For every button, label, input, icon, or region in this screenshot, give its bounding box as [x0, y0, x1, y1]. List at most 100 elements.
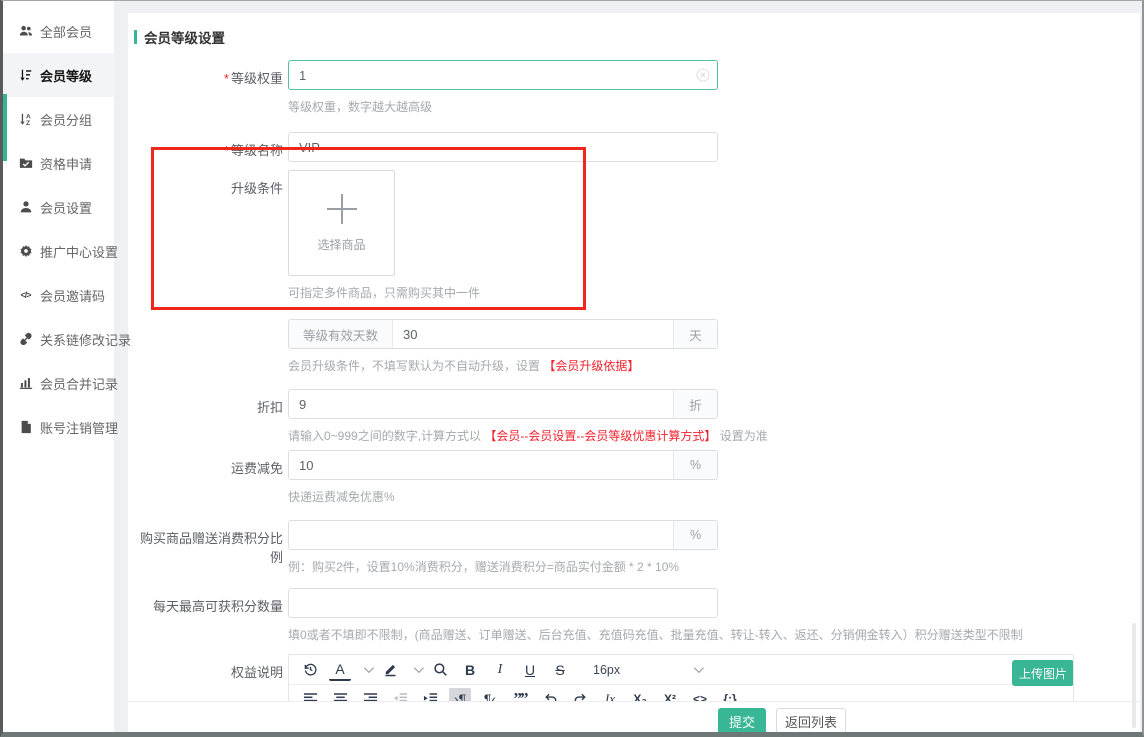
form-row-daily-max: 每天最高可获积分数量 填0或者不填即不限制，(商品赠送、订单赠送、后台充值、充值… [128, 588, 1140, 643]
condition-label: 升级条件 [128, 170, 288, 197]
name-input-wrap [288, 132, 718, 162]
sidebar-item-label: 推广中心设置 [40, 242, 118, 261]
valid-days-unit: 天 [673, 320, 717, 348]
sidebar-item-qualification[interactable]: 资格申请 [3, 141, 114, 185]
daily-max-input[interactable] [288, 588, 718, 618]
section-title: 会员等级设置 [144, 27, 225, 47]
sidebar: 全部会员 会员等级 AZ 会员分组 资格申请 会员设置 [3, 1, 114, 732]
picker-text: 选择商品 [317, 236, 365, 253]
sort-numeric-icon [18, 68, 33, 83]
member-level-form-card: 会员等级设置 *等级权重 等级权重，数字越大越高级 *等级名称 [128, 13, 1140, 734]
valid-days-group: 等级有效天数 天 [288, 319, 718, 349]
underline-icon[interactable]: U [519, 659, 541, 681]
submit-button[interactable]: 提交 [718, 708, 766, 734]
select-product-picker[interactable]: 选择商品 [288, 170, 395, 276]
svg-text:Z: Z [26, 120, 30, 126]
daily-max-label: 每天最高可获积分数量 [128, 588, 288, 615]
bold-icon[interactable]: B [459, 659, 481, 681]
condition-help: 可指定多件商品，只需购买其中一件 [288, 284, 1078, 301]
required-asterisk: * [224, 143, 229, 158]
section-accent-bar [134, 30, 137, 44]
user-icon [18, 200, 33, 215]
sidebar-item-label: 关系链修改记录 [40, 330, 131, 349]
bar-chart-icon [18, 376, 33, 391]
sidebar-item-account-cancel[interactable]: 账号注销管理 [3, 405, 114, 449]
folder-check-icon [18, 156, 33, 171]
name-input[interactable] [288, 132, 718, 162]
sidebar-item-label: 会员合并记录 [40, 374, 118, 393]
highlight-pen-icon[interactable] [379, 659, 401, 681]
shipping-input[interactable] [289, 451, 673, 479]
sort-alpha-icon: AZ [18, 112, 33, 127]
form-row-name: *等级名称 [128, 132, 1140, 162]
shipping-label: 运费减免 [128, 450, 288, 477]
member-level-form: *等级权重 等级权重，数字越大越高级 *等级名称 [128, 60, 1140, 734]
vertical-scrollbar-thumb[interactable] [1132, 623, 1136, 728]
gear-icon [18, 244, 33, 259]
points-ratio-group: % [288, 520, 718, 550]
sidebar-item-label: 会员等级 [40, 66, 92, 85]
font-size-select[interactable]: 16px [593, 659, 743, 681]
form-row-weight: *等级权重 等级权重，数字越大越高级 [128, 60, 1140, 115]
file-icon [18, 420, 33, 435]
valid-days-prepend-label: 等级有效天数 [289, 320, 393, 348]
font-color-icon[interactable]: A [329, 659, 351, 681]
weight-help: 等级权重，数字越大越高级 [288, 98, 1078, 115]
form-row-condition: 升级条件 选择商品 可指定多件商品，只需购买其中一件 [128, 170, 1140, 301]
benefits-label: 权益说明 [128, 654, 288, 681]
sidebar-item-label: 资格申请 [40, 154, 92, 173]
link-icon [18, 332, 33, 347]
sidebar-item-all-members[interactable]: 全部会员 [3, 9, 114, 53]
valid-days-help: 会员升级条件，不填写默认为不自动升级，设置 【会员升级依据】 [288, 357, 1078, 374]
highlight-pen-chevron-icon[interactable] [414, 663, 424, 673]
sidebar-item-member-settings[interactable]: 会员设置 [3, 185, 114, 229]
discount-input[interactable] [289, 390, 673, 418]
daily-max-help: 填0或者不填即不限制，(商品赠送、订单赠送、后台充值、充值码充值、批量充值、转让… [288, 626, 1078, 643]
discount-label: 折扣 [128, 389, 288, 416]
form-row-discount: 折扣 折 请输入0~999之间的数字,计算方式以 【会员--会员设置--会员等级… [128, 389, 1140, 444]
sidebar-item-label: 会员邀请码 [40, 286, 105, 305]
sidebar-item-member-level[interactable]: 会员等级 [3, 53, 114, 97]
sidebar-item-merge-log[interactable]: 会员合并记录 [3, 361, 114, 405]
history-undo-icon[interactable] [299, 659, 321, 681]
points-ratio-label: 购买商品赠送消费积分比例 [128, 520, 288, 566]
upgrade-basis-link[interactable]: 【会员升级依据】 [543, 359, 639, 373]
weight-input[interactable] [288, 60, 718, 90]
strikethrough-icon[interactable]: S [549, 659, 571, 681]
sidebar-item-label: 会员设置 [40, 198, 92, 217]
section-header: 会员等级设置 [128, 13, 1140, 47]
discount-unit: 折 [673, 390, 717, 418]
form-row-points-ratio: 购买商品赠送消费积分比例 % 例：购买2件，设置10%消费积分，赠送消费积分=商… [128, 520, 1140, 575]
weight-input-wrap [288, 60, 718, 90]
daily-max-input-wrap [288, 588, 718, 618]
back-to-list-button[interactable]: 返回列表 [776, 708, 846, 734]
shipping-help: 快递运费减免优惠% [288, 488, 1078, 505]
sidebar-item-promotion-settings[interactable]: 推广中心设置 [3, 229, 114, 273]
discount-group: 折 [288, 389, 718, 419]
sidebar-item-invite-code[interactable]: </> 会员邀请码 [3, 273, 114, 317]
editor-toolbar-row-1: A B I U S [289, 655, 1073, 685]
required-asterisk: * [224, 71, 229, 86]
valid-days-input[interactable] [393, 320, 673, 348]
italic-icon[interactable]: I [489, 659, 511, 681]
sidebar-item-member-group[interactable]: AZ 会员分组 [3, 97, 114, 141]
name-label: *等级名称 [128, 132, 288, 159]
app-window: 全部会员 会员等级 AZ 会员分组 资格申请 会员设置 [0, 0, 1144, 737]
discount-calc-link[interactable]: 【会员--会员设置--会员等级优惠计算方式】 [484, 429, 716, 443]
users-icon [18, 24, 33, 39]
shipping-group: % [288, 450, 718, 480]
left-scroll-indicator [3, 94, 7, 161]
weight-label: *等级权重 [128, 60, 288, 87]
font-color-chevron-icon[interactable] [364, 663, 374, 673]
points-ratio-input[interactable] [289, 521, 673, 549]
points-ratio-unit: % [673, 521, 717, 549]
plus-icon [327, 194, 357, 224]
upload-image-button[interactable]: 上传图片 [1012, 660, 1074, 686]
sidebar-item-label: 全部会员 [40, 22, 92, 41]
zoom-icon[interactable] [429, 659, 451, 681]
discount-help: 请输入0~999之间的数字,计算方式以 【会员--会员设置--会员等级优惠计算方… [288, 427, 1078, 444]
code-icon: </> [18, 288, 33, 303]
clear-input-icon[interactable] [696, 68, 710, 82]
sidebar-item-relation-log[interactable]: 关系链修改记录 [3, 317, 114, 361]
shipping-unit: % [673, 451, 717, 479]
